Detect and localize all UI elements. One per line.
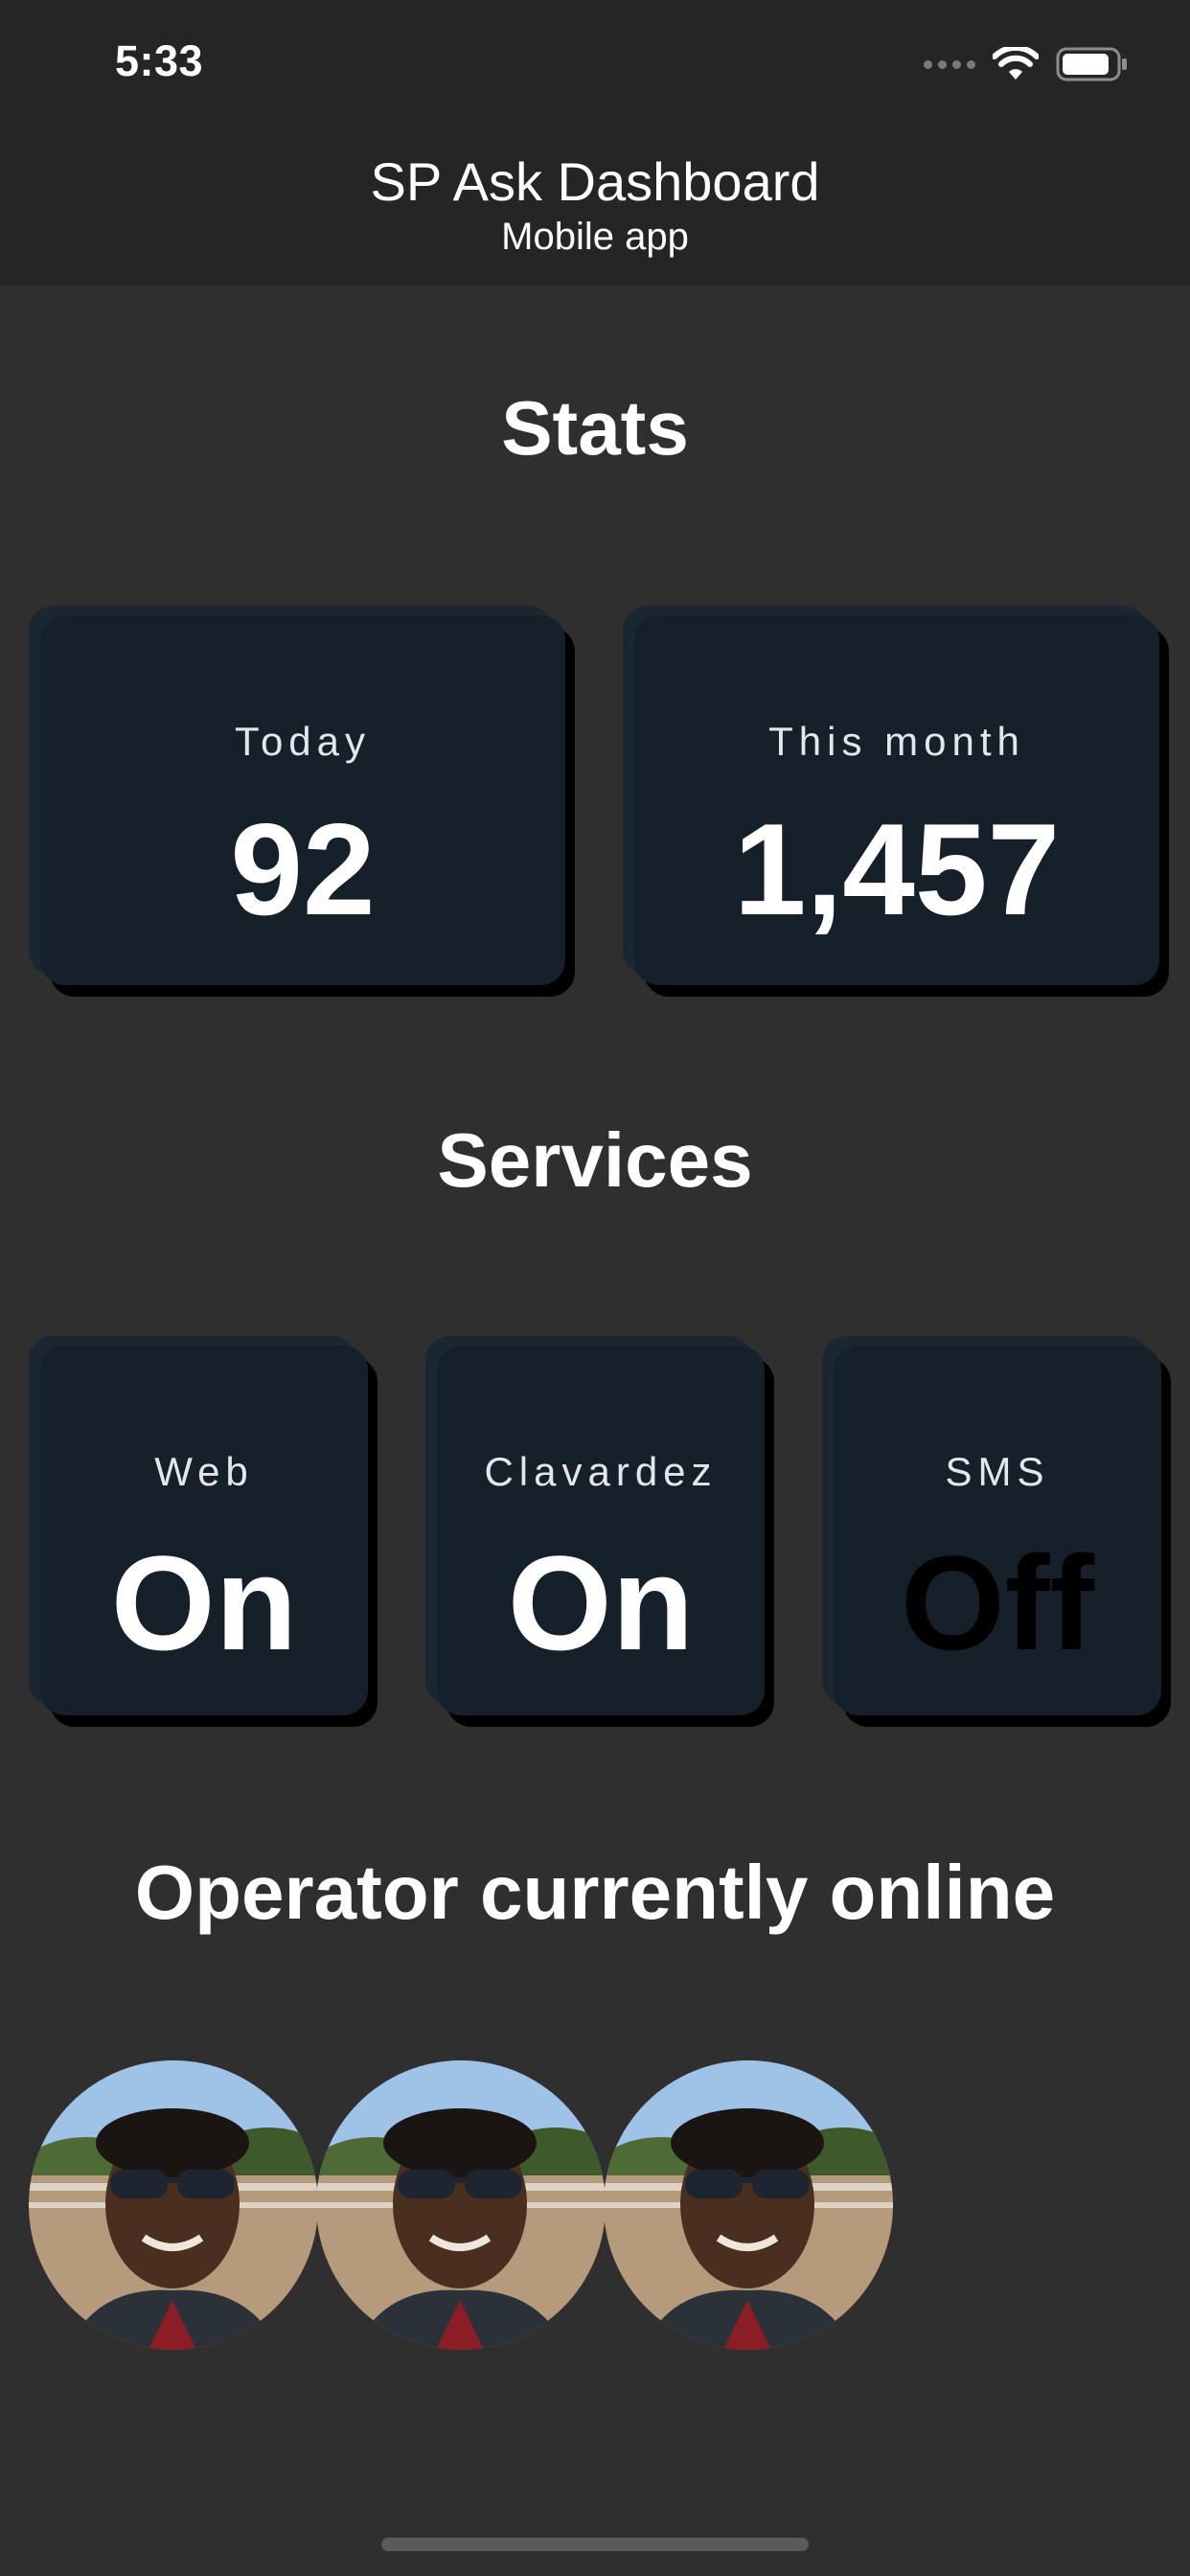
battery-icon [1056,47,1127,81]
stat-label: This month [768,719,1025,764]
home-indicator[interactable] [381,2538,809,2551]
page-subtitle: Mobile app [501,216,689,258]
operators-heading: Operator currently online [134,1850,1056,1935]
stat-value: 92 [230,796,376,942]
app-header: 5:33 SP Ask Dashboard Mobile app [0,0,1190,286]
operator-avatar[interactable] [316,2060,606,2350]
services-heading: Services [437,1117,753,1203]
service-label: Clavardez [484,1449,718,1494]
service-label: Web [154,1449,254,1494]
page-title: SP Ask Dashboard [370,151,820,212]
status-time: 5:33 [115,36,204,85]
service-card-web: Web On [40,1346,368,1715]
stat-card-today: Today 92 [40,615,565,985]
cellular-signal-icon [924,59,975,69]
service-card-sms: SMS Off [834,1346,1161,1715]
service-status: On [507,1528,695,1678]
stat-value: 1,457 [733,796,1061,942]
service-status: Off [900,1528,1095,1678]
service-label: SMS [945,1449,1050,1494]
status-icons [924,42,1129,86]
stats-heading: Stats [501,385,689,471]
operator-avatar[interactable] [604,2060,893,2350]
stat-card-this-month: This month 1,457 [634,615,1159,985]
stat-label: Today [234,719,372,764]
service-card-clavardez: Clavardez On [437,1346,765,1715]
service-status: On [110,1528,298,1678]
wifi-icon [993,47,1039,80]
operator-avatar[interactable] [29,2060,318,2350]
